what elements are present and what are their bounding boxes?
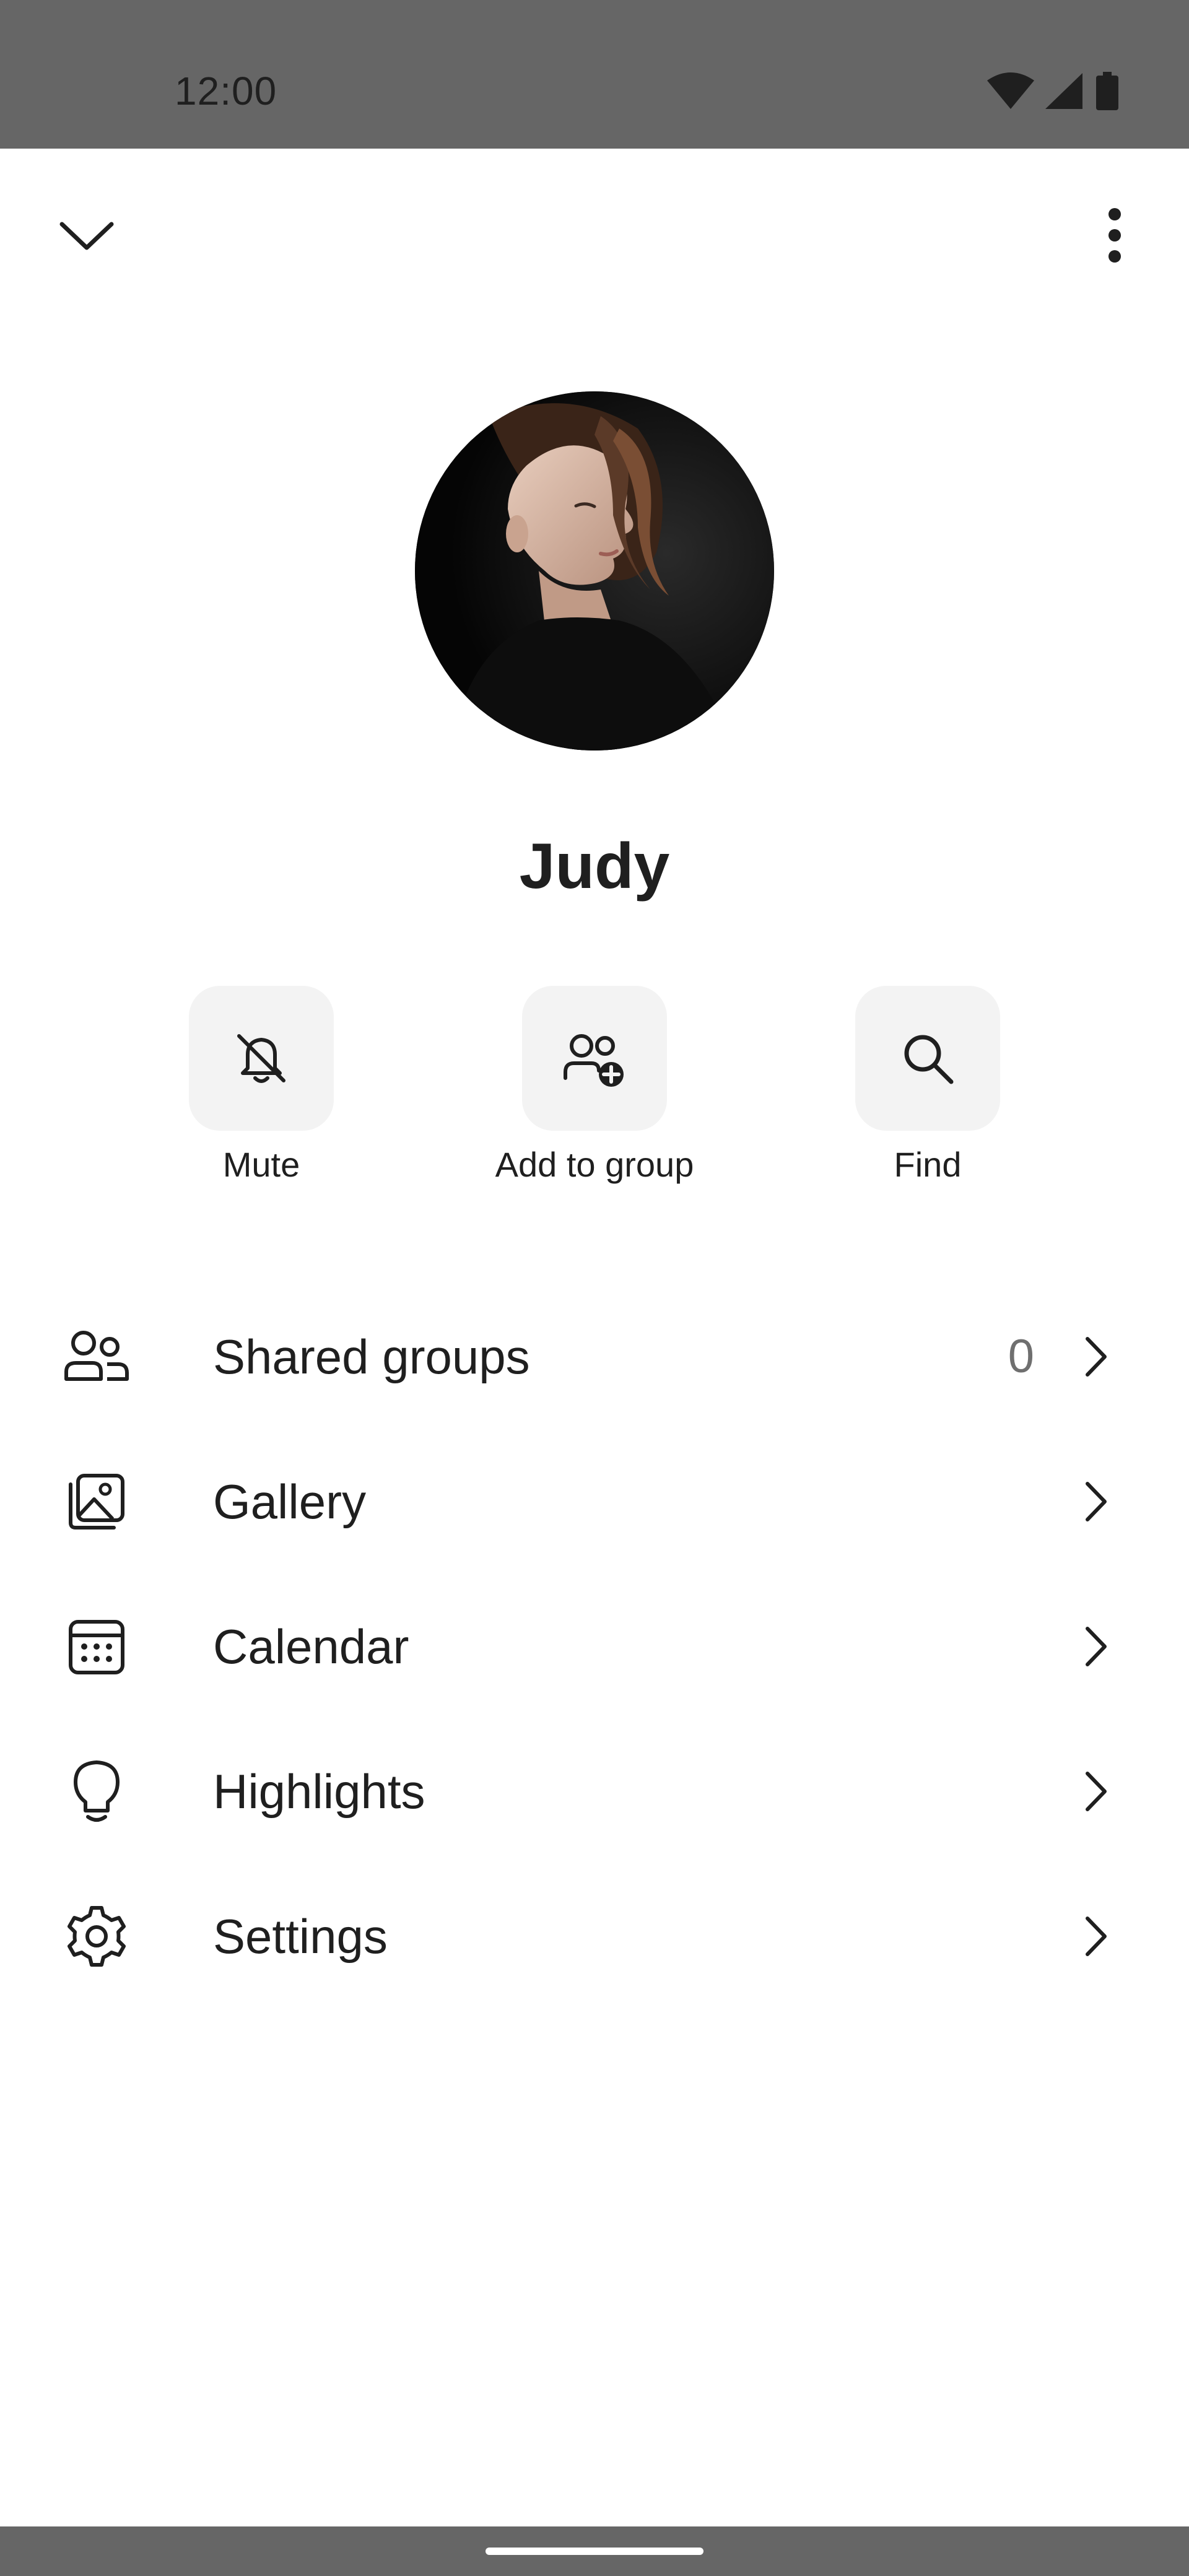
signal-icon <box>1045 73 1082 109</box>
menu-label: Settings <box>213 1909 388 1964</box>
menu-label: Gallery <box>213 1474 367 1529</box>
chevron-right-icon <box>1071 1332 1121 1382</box>
chevron-right-icon <box>1071 1622 1121 1671</box>
avatar[interactable] <box>415 391 774 751</box>
menu-label: Shared groups <box>213 1329 530 1384</box>
lightbulb-icon <box>59 1754 134 1829</box>
battery-icon <box>1096 72 1118 110</box>
mute-button[interactable] <box>189 986 334 1131</box>
status-bar: 12:00 <box>0 0 1189 149</box>
chevron-right-icon <box>1071 1767 1121 1816</box>
add-to-group-button[interactable] <box>522 986 667 1131</box>
mute-label: Mute <box>222 1145 300 1184</box>
add-to-group-action[interactable]: Add to group <box>427 986 762 1185</box>
shared-groups-count: 0 <box>1008 1330 1034 1383</box>
menu-item-highlights[interactable]: Highlights <box>0 1719 1189 1864</box>
menu-item-calendar[interactable]: Calendar <box>0 1574 1189 1719</box>
chevron-right-icon <box>1071 1477 1121 1526</box>
status-icons <box>983 69 1132 113</box>
image-icon <box>59 1464 134 1539</box>
chevron-right-icon <box>1071 1912 1121 1961</box>
more-options-button[interactable] <box>1078 198 1152 272</box>
home-gesture-handle[interactable] <box>486 2548 703 2555</box>
profile-menu: Shared groups 0 Gallery Calendar Highlig… <box>0 1284 1189 2009</box>
menu-label: Highlights <box>213 1764 425 1819</box>
system-nav-bar <box>0 2526 1189 2576</box>
mute-action[interactable]: Mute <box>94 986 429 1185</box>
menu-item-settings[interactable]: Settings <box>0 1864 1189 2009</box>
add-to-group-label: Add to group <box>495 1145 694 1184</box>
calendar-icon <box>59 1609 134 1684</box>
menu-item-shared-groups[interactable]: Shared groups 0 <box>0 1284 1189 1429</box>
group-add-icon <box>564 1034 624 1087</box>
profile-name: Judy <box>519 830 670 902</box>
gear-icon <box>59 1899 134 1973</box>
status-time: 12:00 <box>175 69 277 113</box>
bell-off-icon <box>237 1034 285 1083</box>
find-button[interactable] <box>855 986 1000 1131</box>
wifi-icon <box>987 72 1034 109</box>
menu-item-gallery[interactable]: Gallery <box>0 1429 1189 1574</box>
more-vert-icon <box>1108 208 1121 263</box>
find-action[interactable]: Find <box>760 986 1095 1185</box>
find-label: Find <box>894 1145 962 1184</box>
menu-label: Calendar <box>213 1619 409 1674</box>
chevron-down-icon <box>59 222 114 250</box>
collapse-button[interactable] <box>50 198 124 272</box>
users-icon <box>59 1320 134 1394</box>
search-icon <box>904 1035 954 1084</box>
